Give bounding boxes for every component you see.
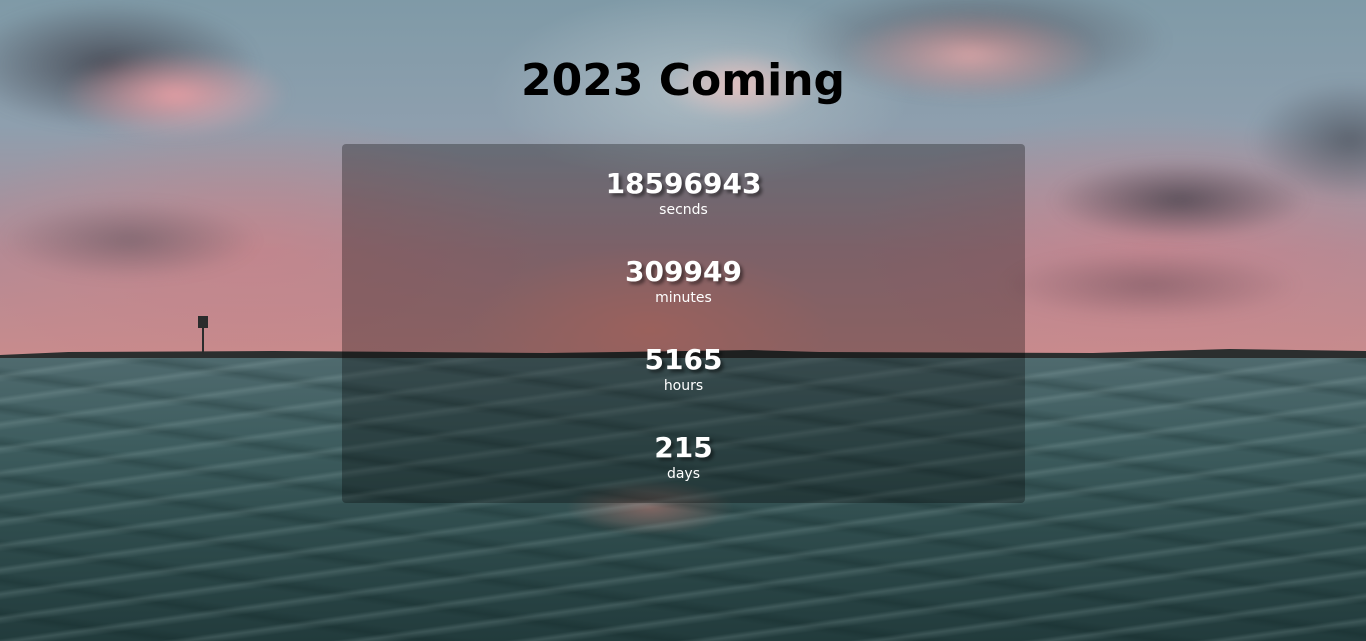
countdown-minutes: 309949 minutes — [342, 255, 1025, 307]
countdown-hours: 5165 hours — [342, 343, 1025, 395]
page-title: 2023 Coming — [520, 55, 846, 106]
minutes-label: minutes — [655, 290, 712, 306]
marker-post — [202, 326, 204, 354]
seconds-value: 18596943 — [605, 167, 762, 200]
hours-label: hours — [663, 378, 704, 394]
minutes-value: 309949 — [625, 255, 742, 288]
days-value: 215 — [654, 431, 713, 464]
seconds-label: secnds — [659, 202, 708, 218]
days-label: days — [666, 466, 701, 482]
cloud — [1000, 250, 1300, 320]
countdown-panel: 18596943 secnds 309949 minutes 5165 hour… — [342, 144, 1025, 503]
countdown-seconds: 18596943 secnds — [342, 167, 1025, 219]
countdown-days: 215 days — [342, 431, 1025, 483]
cloud — [0, 200, 260, 280]
hours-value: 5165 — [644, 343, 723, 376]
